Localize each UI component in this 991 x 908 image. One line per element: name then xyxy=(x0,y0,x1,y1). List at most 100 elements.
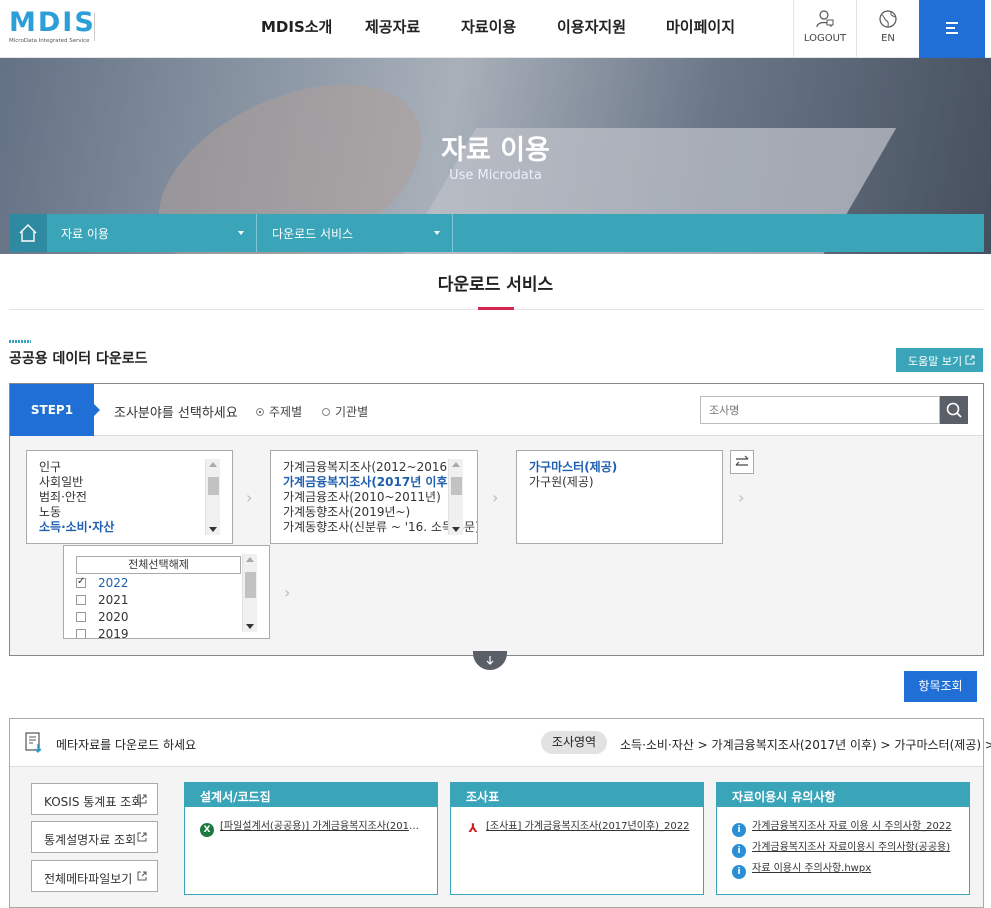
year-label: 2022 xyxy=(98,576,129,590)
radio-by-agency[interactable]: 기관별 xyxy=(322,403,368,420)
help-button[interactable]: 도움말 보기 xyxy=(896,348,983,372)
breadcrumb-depth1-select[interactable]: 자료 이용 xyxy=(47,214,257,252)
file-link[interactable]: i 가계금융복지조사 자료이용시 주의사항(공공용) xyxy=(732,838,957,858)
nav-user-support[interactable]: 이용자지원 xyxy=(557,16,626,37)
year-label: 2020 xyxy=(98,610,129,624)
caret-down-icon xyxy=(238,231,244,235)
checkbox[interactable] xyxy=(76,595,86,605)
scroll-down-icon xyxy=(452,527,460,532)
radio-label: 기관별 xyxy=(335,405,369,419)
year-listbox[interactable]: 전체선택해제 2022 2021 2020 2019 xyxy=(63,545,270,639)
file-link[interactable]: ⅄ [조사표] 가계금융복지조사(2017년이후)_2022 xyxy=(466,817,691,835)
scroll-up-icon xyxy=(209,462,217,467)
file-name: [조사표] 가계금융복지조사(2017년이후)_2022 xyxy=(486,821,690,832)
data-file-listbox[interactable]: 가구마스터(제공) 가구원(제공) xyxy=(516,450,723,544)
survey-search-input[interactable] xyxy=(700,396,940,424)
page-title: 다운로드 서비스 xyxy=(437,275,554,295)
excel-icon: X xyxy=(200,823,214,837)
checkbox[interactable] xyxy=(76,612,86,622)
step-label: STEP1 xyxy=(10,384,94,436)
radio-dot xyxy=(256,408,264,416)
field-listbox[interactable]: 인구 사회일반 범죄·안전 노동 소득·소비·자산 xyxy=(26,450,233,544)
kosis-table-button[interactable]: KOSIS 통계표 조회 xyxy=(31,783,158,815)
logo-subtitle: MicroData Integrated Service xyxy=(9,38,90,44)
scroll-down-icon xyxy=(246,624,254,629)
file-name: 자료 이용시 주의사항.hwpx xyxy=(752,863,872,874)
nav-mdis-intro[interactable]: MDIS소개 xyxy=(261,16,332,37)
radio-dot xyxy=(322,408,330,416)
notice-icon: i xyxy=(732,844,746,858)
notice-icon: i xyxy=(732,823,746,837)
year-option[interactable]: 2020 xyxy=(76,610,129,624)
chevron-right-icon: › xyxy=(246,488,253,507)
search-button[interactable] xyxy=(940,396,968,424)
logout-button[interactable]: LOGOUT xyxy=(793,0,856,58)
scroll-thumb[interactable] xyxy=(245,572,256,598)
scroll-thumb[interactable] xyxy=(451,477,462,495)
step-panel: STEP1 조사분야를 선택하세요 주제별 기관별 인구 사회일반 범죄·안전 … xyxy=(9,383,984,656)
year-option[interactable]: 2022 xyxy=(76,576,129,590)
breadcrumb-depth1-label: 자료 이용 xyxy=(61,227,109,241)
meta-title: 메타자료를 다운로드 하세요 xyxy=(56,738,197,752)
scroll-down-icon xyxy=(209,527,217,532)
scrollbar[interactable] xyxy=(205,459,220,535)
file-link[interactable]: X [파일설계서(공공용)] 가계금융복지조사(2017년이후) 2022 xyxy=(200,817,425,837)
scrollbar[interactable] xyxy=(448,459,463,535)
language-label: EN xyxy=(881,33,895,44)
nav-provided-data[interactable]: 제공자료 xyxy=(365,16,420,37)
external-link-icon xyxy=(965,355,975,365)
radio-by-topic[interactable]: 주제별 xyxy=(256,403,302,420)
external-link-icon xyxy=(137,832,147,842)
menu-button[interactable] xyxy=(919,0,985,58)
list-item-selected[interactable]: 소득·소비·자산 xyxy=(39,518,114,535)
swap-arrows-icon xyxy=(735,455,749,466)
year-option[interactable]: 2019 xyxy=(76,627,129,638)
scrollbar[interactable] xyxy=(242,554,257,632)
file-link[interactable]: i 자료 이용시 주의사항.hwpx xyxy=(732,859,957,879)
button-label: 통계설명자료 조회 xyxy=(44,833,137,847)
language-button[interactable]: EN xyxy=(856,0,919,58)
query-items-button[interactable]: 항목조회 xyxy=(904,671,977,702)
card-layout-codebook: 설계서/코드집 X [파일설계서(공공용)] 가계금융복지조사(2017년이후) … xyxy=(184,782,438,895)
list-item[interactable]: 가구원(제공) xyxy=(529,473,594,490)
step-prompt: 조사분야를 선택하세요 xyxy=(114,406,238,421)
logout-icon xyxy=(816,10,834,28)
breadcrumb-depth2-select[interactable]: 다운로드 서비스 xyxy=(258,214,453,252)
notice-icon: i xyxy=(732,865,746,879)
stat-description-button[interactable]: 통계설명자료 조회 xyxy=(31,821,158,853)
expand-toggle-button[interactable] xyxy=(473,651,507,670)
chevron-right-icon: › xyxy=(492,488,499,507)
year-option[interactable]: 2021 xyxy=(76,593,129,607)
nav-mypage[interactable]: 마이페이지 xyxy=(666,16,735,37)
button-label: 전체메타파일보기 xyxy=(44,872,133,886)
step-header: STEP1 조사분야를 선택하세요 주제별 기관별 xyxy=(10,384,983,436)
section-title: 공공용 데이터 다운로드 xyxy=(9,351,148,367)
card-title: 설계서/코드집 xyxy=(185,783,437,807)
file-link[interactable]: i 가계금융복지조사 자료 이용 시 주의사항_2022 xyxy=(732,817,957,837)
checkbox[interactable] xyxy=(76,576,86,588)
button-label: KOSIS 통계표 조회 xyxy=(44,795,143,809)
radio-label: 주제별 xyxy=(269,405,303,419)
swap-button[interactable] xyxy=(730,450,754,474)
survey-path: 소득·소비·자산 > 가계금융복지조사(2017년 이후) > 가구마스터(제공… xyxy=(620,738,991,752)
file-name: 가계금융복지조사 자료이용시 주의사항(공공용) xyxy=(752,842,951,853)
nav-data-use[interactable]: 자료이용 xyxy=(461,16,516,37)
site-logo[interactable]: MDIS MicroData Integrated Service xyxy=(9,9,94,46)
card-usage-notes: 자료이용시 유의사항 i 가계금융복지조사 자료 이용 시 주의사항_2022 i… xyxy=(716,782,970,895)
card-title: 자료이용시 유의사항 xyxy=(717,783,969,807)
file-name: 가계금융복지조사 자료 이용 시 주의사항_2022 xyxy=(752,821,952,832)
select-all-button[interactable]: 전체선택해제 xyxy=(76,556,241,574)
survey-listbox[interactable]: 가계금융복지조사(2012~2016년) 가계금융복지조사(2017년 이후) … xyxy=(270,450,478,544)
all-meta-files-button[interactable]: 전체메타파일보기 xyxy=(31,860,158,892)
breadcrumb: 자료 이용 다운로드 서비스 xyxy=(9,214,984,252)
meta-header: 메타자료를 다운로드 하세요 조사영역 소득·소비·자산 > 가계금융복지조사(… xyxy=(10,719,991,767)
scroll-up-icon xyxy=(246,557,254,562)
caret-down-icon xyxy=(434,231,440,235)
chevron-right-icon: › xyxy=(738,488,745,507)
document-download-icon xyxy=(25,732,42,753)
scroll-thumb[interactable] xyxy=(208,477,219,495)
home-button[interactable] xyxy=(9,214,47,252)
card-title: 조사표 xyxy=(451,783,703,807)
checkbox[interactable] xyxy=(76,629,86,638)
external-link-icon xyxy=(137,794,147,804)
